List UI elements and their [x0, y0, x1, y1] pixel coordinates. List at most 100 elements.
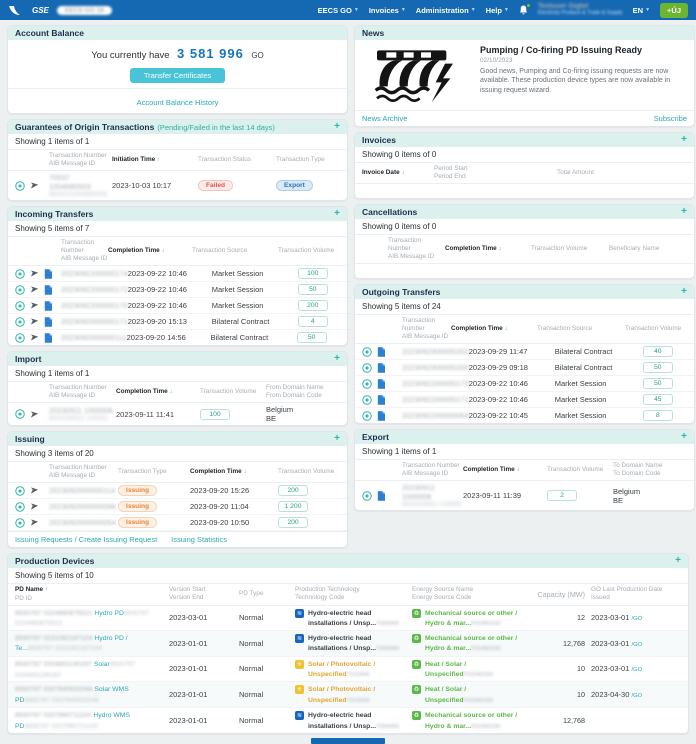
view-details-icon[interactable] [362, 411, 372, 421]
news-archive-link[interactable]: News Archive [362, 114, 407, 123]
view-details-icon[interactable] [15, 333, 25, 343]
expand-icon[interactable]: + [681, 207, 687, 217]
view-details-icon[interactable] [15, 285, 25, 295]
pd-name-link[interactable]: 8930787 0334891190287 Solar [15, 661, 110, 668]
table-row: 2023092200000171 2023-09-22 10:46 Market… [355, 392, 694, 408]
menu-administration[interactable]: Administration▼ [416, 6, 476, 15]
document-icon[interactable] [377, 379, 385, 389]
forward-arrow-icon[interactable] [30, 410, 39, 419]
sort-header[interactable]: Invoice Date ↓ [362, 169, 434, 178]
menu-invoices[interactable]: Invoices▼ [369, 6, 406, 15]
transfer-certificates-button[interactable]: Transfer Certificates [130, 68, 225, 83]
production-technology[interactable]: Hydro-electric head installations / Unsp… [308, 712, 376, 729]
transaction-number-redacted: 2023092000000098 [49, 502, 118, 511]
energy-source-name[interactable]: Heat / Solar / Unspecified [425, 661, 466, 678]
version-start: 2023-01-01 [169, 664, 233, 673]
pd-type: Normal [239, 716, 289, 725]
document-icon[interactable] [44, 301, 52, 311]
expand-icon[interactable]: + [681, 287, 687, 297]
logo-swoosh-icon [8, 4, 30, 17]
document-icon[interactable] [377, 411, 385, 421]
issuing-requests-link[interactable]: Issuing Requests / Create Issuing Reques… [15, 535, 157, 544]
forward-arrow-icon[interactable] [30, 285, 39, 294]
expand-icon[interactable]: + [334, 354, 340, 364]
forward-arrow-icon[interactable] [30, 301, 39, 310]
transaction-source: Market Session [212, 301, 298, 310]
showing-count: Showing 3 items of 20 [8, 446, 347, 462]
account-balance-history-link[interactable]: Account Balance History [137, 98, 219, 107]
document-icon[interactable] [377, 363, 385, 373]
sort-header[interactable]: PD Name ↑ [15, 586, 163, 595]
sort-header[interactable]: Completion Time ↓ [463, 466, 547, 475]
forward-arrow-icon[interactable] [30, 181, 39, 190]
expand-icon[interactable]: + [334, 122, 340, 132]
view-details-icon[interactable] [15, 518, 25, 528]
empty-row [355, 264, 694, 278]
view-details-icon[interactable] [15, 301, 25, 311]
view-details-icon[interactable] [15, 409, 25, 419]
account-selector-pill[interactable]: EECS-GO 16 [57, 6, 112, 15]
view-details-icon[interactable] [15, 181, 25, 191]
document-icon[interactable] [377, 491, 385, 501]
transaction-volume: 200 [278, 517, 308, 528]
showing-count: Showing 5 items of 10 [8, 568, 688, 584]
sort-header[interactable]: Initiation Time ↑ [112, 156, 198, 165]
news-article-title[interactable]: Pumping / Co-firing PD Issuing Ready [480, 45, 686, 55]
document-icon[interactable] [377, 395, 385, 405]
new-button[interactable]: +ÚJ [660, 3, 688, 18]
transaction-number-redacted: 20230911 10000068020230911 100001 [49, 406, 116, 422]
view-details-icon[interactable] [362, 363, 372, 373]
forward-arrow-icon[interactable] [30, 502, 39, 511]
document-icon[interactable] [44, 317, 52, 327]
expand-icon[interactable]: + [675, 556, 681, 566]
sort-header[interactable]: Completion Time ↓ [116, 388, 200, 397]
sort-header[interactable]: Completion Time ↓ [445, 245, 531, 254]
version-start: 2023-01-01 [169, 716, 233, 725]
document-icon[interactable] [44, 285, 52, 295]
notifications-bell-icon[interactable] [519, 5, 528, 15]
sort-asc-icon: ↑ [157, 157, 160, 163]
view-details-icon[interactable] [15, 317, 25, 327]
expand-icon[interactable]: + [681, 432, 687, 442]
view-details-icon[interactable] [362, 347, 372, 357]
document-icon[interactable] [44, 333, 52, 343]
subscribe-link[interactable]: Subscribe [654, 114, 687, 123]
expand-icon[interactable]: + [334, 434, 340, 444]
menu-eecs-go[interactable]: EECS GO▼ [318, 6, 359, 15]
production-technology[interactable]: Hydro-electric head installations / Unsp… [308, 610, 376, 627]
sort-header[interactable]: Completion Time ↓ [108, 247, 192, 256]
view-details-icon[interactable] [362, 491, 372, 501]
production-technology[interactable]: Hydro-electric head installations / Unsp… [308, 635, 376, 652]
forward-arrow-icon[interactable] [30, 518, 39, 527]
table-row: 2023092200000174 2023-09-22 10:46 Market… [8, 266, 347, 282]
technology-code: T010000 [347, 672, 370, 678]
document-icon[interactable] [44, 269, 52, 279]
user-menu[interactable]: Testuser Gigtel Electricity Produce & Tr… [538, 3, 623, 17]
energy-source-name[interactable]: Heat / Solar / Unspecified [425, 686, 466, 703]
technology-code: T050000 [376, 724, 399, 730]
forward-arrow-icon[interactable] [30, 269, 39, 278]
view-details-icon[interactable] [15, 502, 25, 512]
showing-count: Showing 0 items of 0 [355, 147, 694, 163]
sort-header[interactable]: Completion Time ↓ [451, 325, 537, 334]
view-details-icon[interactable] [362, 379, 372, 389]
transaction-number-redacted: 2023092200000174 [61, 269, 128, 278]
expand-icon[interactable]: + [334, 209, 340, 219]
view-details-icon[interactable] [15, 486, 25, 496]
view-details-icon[interactable] [362, 395, 372, 405]
gse-logo[interactable]: GSE [8, 4, 49, 17]
sort-header[interactable]: Completion Time ↓ [190, 468, 278, 477]
issuing-statistics-link[interactable]: Issuing Statistics [171, 535, 227, 544]
menu-help[interactable]: Help▼ [486, 6, 509, 15]
to-domain-name: Belgium [613, 487, 687, 496]
language-selector[interactable]: EN▼ [633, 6, 650, 15]
user-subtitle: Electricity Produce & Trade & Supply [538, 11, 623, 17]
forward-arrow-icon[interactable] [30, 333, 39, 342]
forward-arrow-icon[interactable] [30, 317, 39, 326]
forward-arrow-icon[interactable] [30, 486, 39, 495]
expand-icon[interactable]: + [681, 135, 687, 145]
pd-name-link[interactable]: 8930787 0224680875521 Hydro PD [15, 610, 124, 617]
transaction-volume: 45 [643, 394, 673, 405]
document-icon[interactable] [377, 347, 385, 357]
view-details-icon[interactable] [15, 269, 25, 279]
